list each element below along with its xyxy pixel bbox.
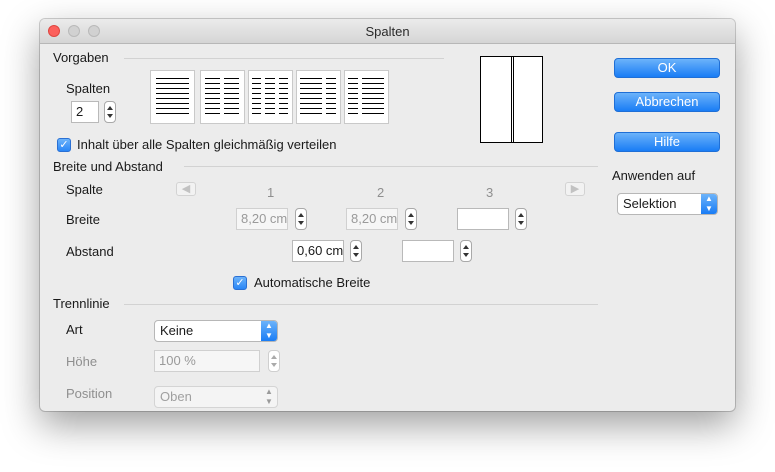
preview-column-divider bbox=[511, 57, 514, 142]
checkmark-icon: ✓ bbox=[59, 139, 69, 151]
help-button[interactable]: Hilfe bbox=[614, 132, 720, 152]
width-field-column-3[interactable] bbox=[457, 208, 509, 230]
spalten-count-field[interactable]: 2 bbox=[71, 101, 99, 123]
chevron-updown-icon: ▲ ▼ bbox=[701, 194, 717, 214]
abstand-label: Abstand bbox=[66, 244, 114, 259]
line-height-field[interactable]: 100 % bbox=[154, 350, 260, 372]
auto-width-label: Automatische Breite bbox=[254, 275, 371, 290]
arrow-left-icon[interactable]: ◀ bbox=[176, 182, 196, 196]
chevron-updown-icon: ▲ ▼ bbox=[261, 321, 277, 341]
line-position-value: Oben bbox=[160, 389, 192, 404]
arrow-right-icon[interactable]: ▶ bbox=[565, 182, 585, 196]
column-number-3: 3 bbox=[486, 185, 494, 200]
position-label: Position bbox=[66, 386, 113, 401]
spacing-field-2[interactable] bbox=[402, 240, 454, 262]
checkmark-icon: ✓ bbox=[235, 277, 245, 289]
preset-one-column-icon bbox=[156, 78, 189, 114]
preset-two-columns[interactable] bbox=[200, 70, 245, 124]
auto-width-checkbox[interactable]: ✓ bbox=[233, 276, 247, 290]
cancel-button[interactable]: Abbrechen bbox=[614, 92, 720, 112]
window-title: Spalten bbox=[365, 24, 410, 39]
spacing-stepper-1[interactable] bbox=[350, 240, 362, 262]
line-style-select[interactable]: Keine ▲ ▼ bbox=[154, 320, 278, 342]
breite-abstand-section-title: Breite und Abstand bbox=[53, 159, 163, 174]
spacing-field-1[interactable]: 0,60 cm bbox=[292, 240, 344, 262]
apply-to-label: Anwenden auf bbox=[612, 168, 696, 183]
preset-two-columns-left-wide[interactable] bbox=[296, 70, 341, 124]
width-stepper-column-2[interactable] bbox=[405, 208, 417, 230]
art-label: Art bbox=[66, 322, 83, 337]
column-number-1: 1 bbox=[267, 185, 275, 200]
line-style-value: Keine bbox=[160, 323, 194, 338]
spalte-label: Spalte bbox=[66, 182, 103, 197]
breite-abstand-separator bbox=[184, 166, 598, 167]
ok-button[interactable]: OK bbox=[614, 58, 720, 78]
preset-right-wide-icon bbox=[348, 78, 384, 114]
preset-one-column[interactable] bbox=[150, 70, 195, 124]
width-stepper-column-3[interactable] bbox=[515, 208, 527, 230]
column-layout-preview bbox=[480, 56, 543, 143]
line-height-stepper[interactable] bbox=[268, 350, 280, 372]
preset-two-columns-icon bbox=[205, 78, 239, 114]
columns-dialog: Spalten Vorgaben Spalten 2 ✓ Inhalt über… bbox=[40, 19, 735, 411]
line-position-select[interactable]: Oben ▲ ▼ bbox=[154, 386, 278, 408]
apply-to-select[interactable]: Selektion ▲ ▼ bbox=[617, 193, 718, 215]
preset-two-columns-right-wide[interactable] bbox=[344, 70, 389, 124]
spalten-label: Spalten bbox=[66, 81, 111, 96]
width-field-column-2[interactable]: 8,20 cm bbox=[346, 208, 398, 230]
column-number-2: 2 bbox=[377, 185, 385, 200]
width-field-column-1[interactable]: 8,20 cm bbox=[236, 208, 288, 230]
preset-three-columns[interactable] bbox=[248, 70, 293, 124]
apply-to-value: Selektion bbox=[623, 196, 677, 211]
vorgaben-separator bbox=[124, 58, 444, 59]
distribute-content-label: Inhalt über alle Spalten gleichmäßig ver… bbox=[77, 137, 337, 152]
title-bar: Spalten bbox=[40, 19, 735, 44]
spacing-stepper-2[interactable] bbox=[460, 240, 472, 262]
width-stepper-column-1[interactable] bbox=[295, 208, 307, 230]
chevron-updown-icon: ▲ ▼ bbox=[265, 387, 273, 406]
trennlinie-section-title: Trennlinie bbox=[53, 296, 110, 311]
preset-left-wide-icon bbox=[300, 78, 336, 114]
breite-label: Breite bbox=[66, 212, 100, 227]
distribute-content-checkbox[interactable]: ✓ bbox=[57, 138, 71, 152]
trennlinie-separator bbox=[124, 304, 598, 305]
spalten-stepper[interactable] bbox=[104, 101, 116, 123]
hoehe-label: Höhe bbox=[66, 354, 98, 369]
preset-three-columns-icon bbox=[252, 78, 288, 114]
vorgaben-section-title: Vorgaben bbox=[53, 50, 109, 65]
